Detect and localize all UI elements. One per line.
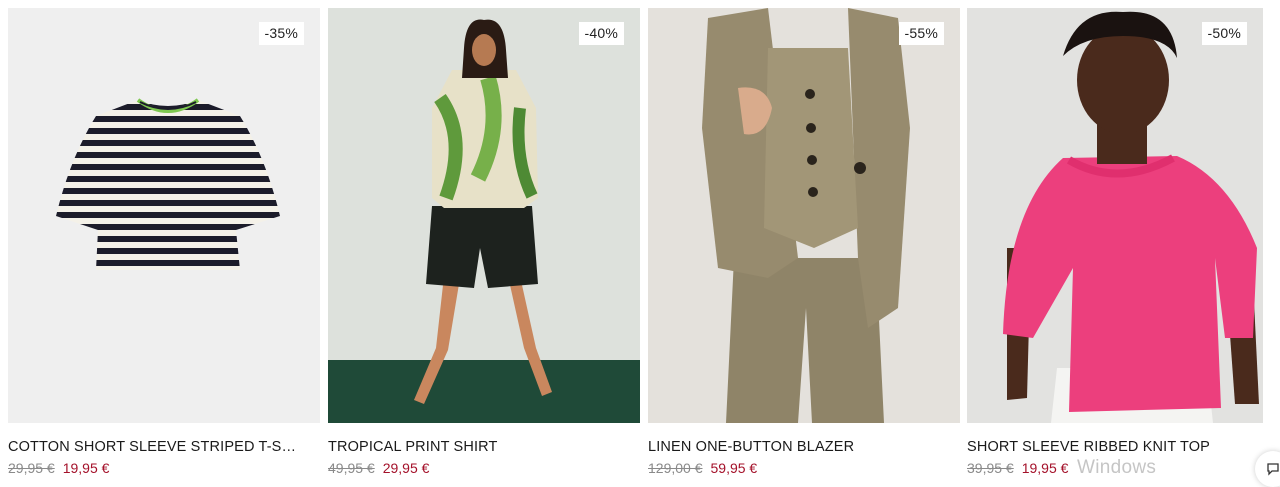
product-card[interactable]: -35% COTTON SHORT SLEEVE STRIPED T-SHI..…	[8, 8, 320, 476]
original-price: 29,95 €	[8, 460, 55, 476]
product-prices: 29,95 € 19,95 €	[8, 460, 320, 476]
product-name[interactable]: SHORT SLEEVE RIBBED KNIT TOP	[967, 439, 1262, 455]
product-name[interactable]: LINEN ONE-BUTTON BLAZER	[648, 439, 943, 455]
product-image[interactable]: -35%	[8, 8, 320, 423]
sale-price: 19,95 €	[1021, 460, 1069, 476]
tropical-shirt-model-illustration	[328, 19, 640, 423]
product-card[interactable]: -50% SHORT SLEEVE RIBBED KNIT TOP 39,95 …	[967, 8, 1263, 476]
discount-badge: -55%	[898, 22, 944, 45]
striped-tshirt-illustration	[56, 98, 280, 270]
product-image[interactable]: -50%	[967, 8, 1263, 423]
product-name[interactable]: COTTON SHORT SLEEVE STRIPED T-SHI...	[8, 439, 303, 455]
product-image[interactable]: -40%	[328, 8, 640, 423]
discount-badge: -50%	[1201, 22, 1247, 45]
windows-activation-watermark: Windows	[1077, 457, 1157, 478]
original-price: 129,00 €	[648, 460, 703, 476]
product-image[interactable]: -55%	[648, 8, 960, 423]
product-card[interactable]: -40% TROPICAL PRINT SHIRT 49,95 € 29,95 €	[328, 8, 640, 476]
chat-bubble-icon	[1267, 463, 1279, 476]
discount-badge: -40%	[578, 22, 624, 45]
sale-price: 19,95 €	[62, 460, 110, 476]
sale-price: 29,95 €	[382, 460, 430, 476]
product-grid: -35% COTTON SHORT SLEEVE STRIPED T-SHI..…	[0, 0, 1280, 481]
product-card[interactable]: -55% LINEN ONE-BUTTON BLAZER 129,00 € 59,…	[648, 8, 960, 476]
original-price: 49,95 €	[328, 460, 375, 476]
product-name[interactable]: TROPICAL PRINT SHIRT	[328, 439, 623, 455]
product-prices: 49,95 € 29,95 €	[328, 460, 640, 476]
product-prices: 129,00 € 59,95 €	[648, 460, 960, 476]
linen-blazer-model-illustration	[702, 8, 910, 423]
chat-button[interactable]	[1255, 451, 1280, 487]
original-price: 39,95 €	[967, 460, 1014, 476]
pink-knit-top-model-illustration	[1003, 11, 1259, 423]
sale-price: 59,95 €	[710, 460, 758, 476]
discount-badge: -35%	[258, 22, 304, 45]
